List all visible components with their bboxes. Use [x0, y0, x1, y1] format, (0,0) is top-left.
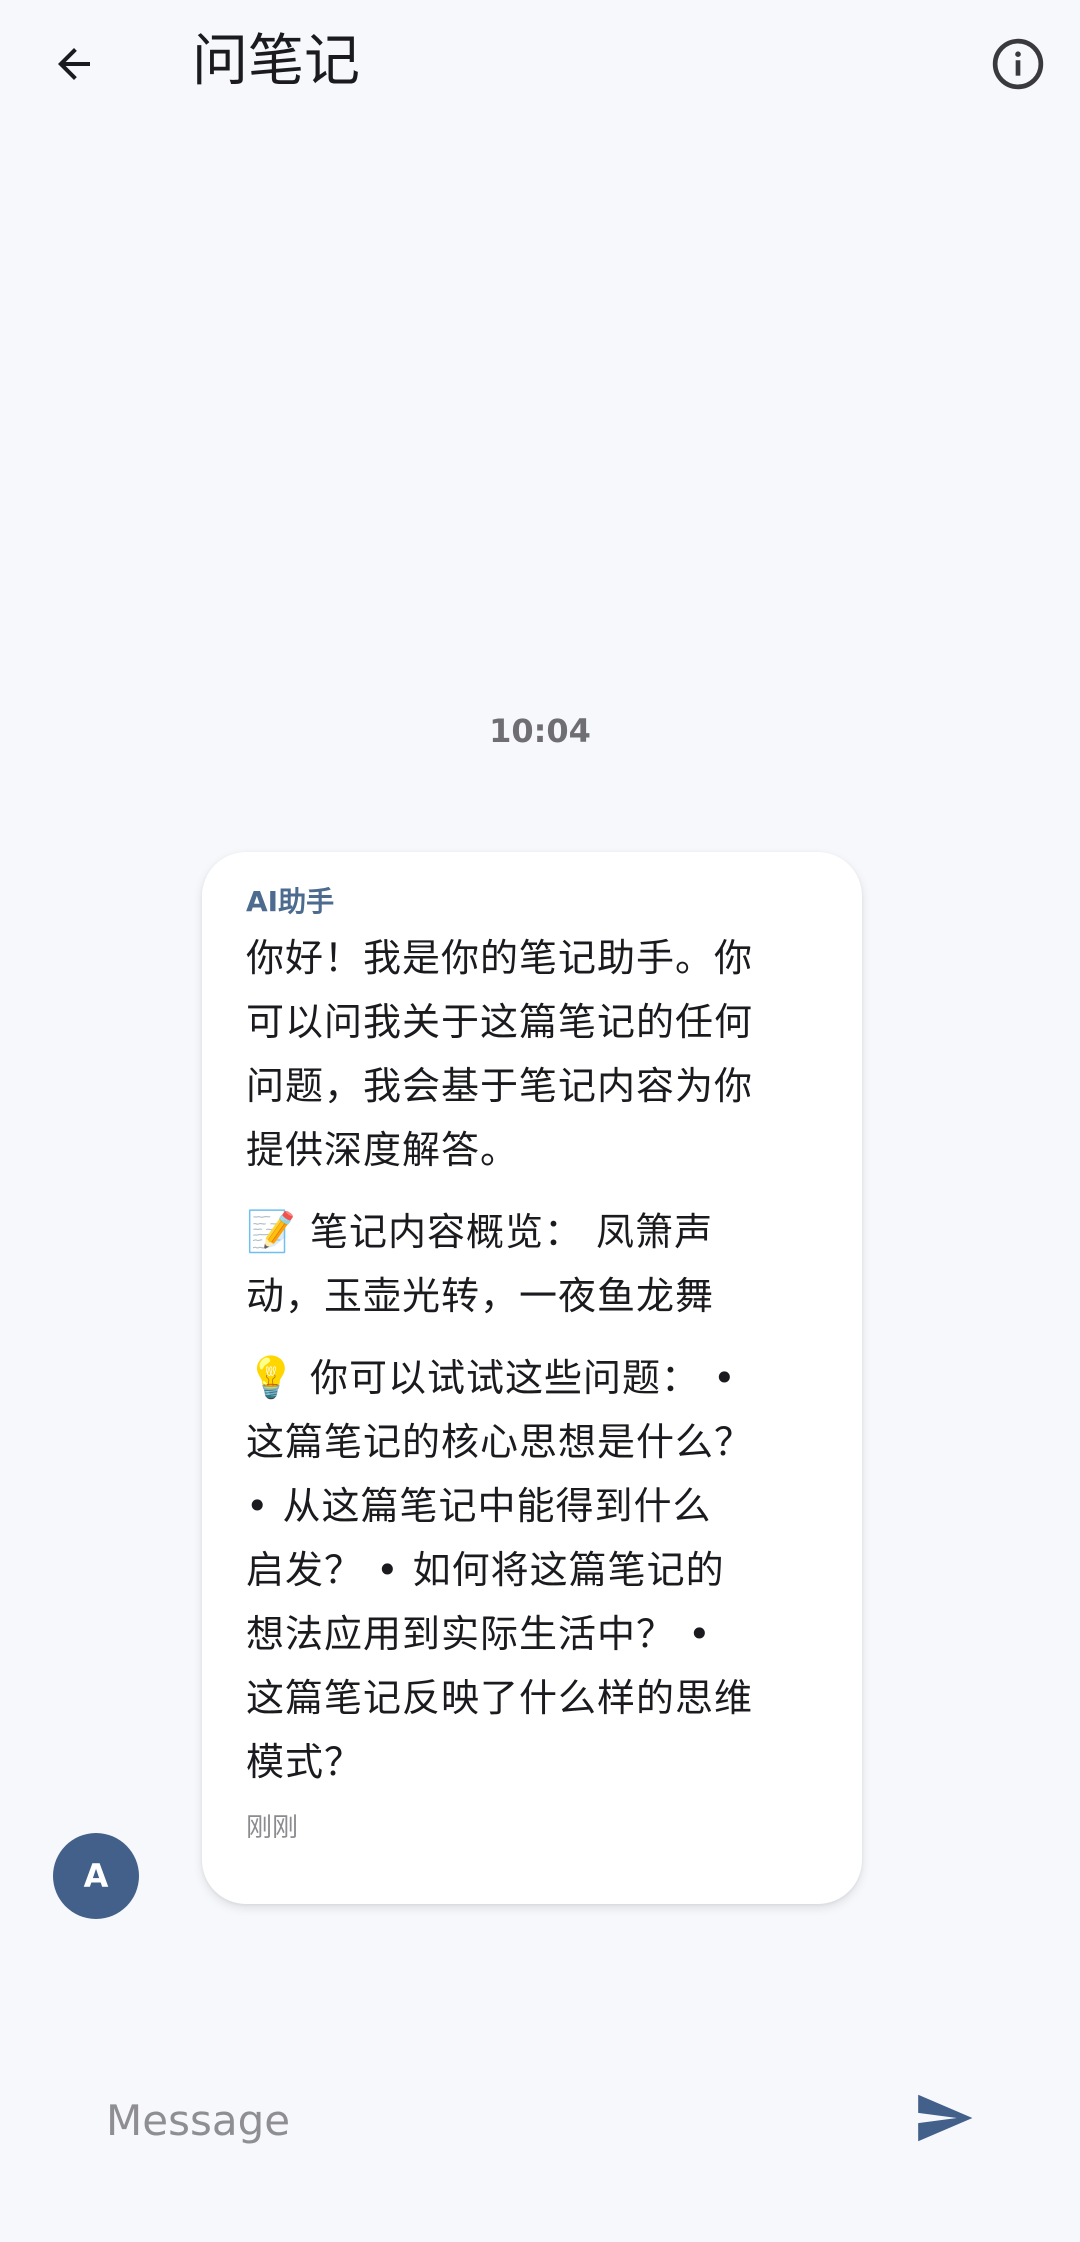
send-button[interactable]	[900, 2078, 988, 2162]
message-paragraph-greeting: 你好！我是你的笔记助手。你 可以问我关于这篇笔记的任何 问题，我会基于笔记内容为…	[246, 936, 754, 1172]
suggestions-text: 你可以试试这些问题： • 这篇笔记的核心思想是什么？ • 从这篇笔记中能得到什么…	[246, 1356, 754, 1784]
memo-emoji-icon: 📝	[246, 1209, 297, 1255]
message-time: 刚刚	[246, 1813, 299, 1843]
message-paragraph-suggestions: 💡 你可以试试这些问题： • 这篇笔记的核心思想是什么？ • 从这篇笔记中能得到什…	[246, 1346, 822, 1794]
info-button[interactable]	[978, 26, 1058, 106]
lightbulb-emoji-icon: 💡	[246, 1355, 297, 1401]
arrow-back-icon	[50, 40, 98, 92]
avatar: A	[53, 1833, 139, 1919]
back-button[interactable]	[36, 28, 112, 104]
overview-text: 笔记内容概览： 凤箫声 动，玉壶光转，一夜鱼龙舞	[246, 1210, 715, 1318]
send-icon	[913, 2087, 975, 2153]
message-input[interactable]	[106, 2080, 866, 2160]
top-app-bar: 问笔记	[0, 0, 1080, 128]
page-title: 问笔记	[192, 29, 360, 94]
message-paragraph-overview: 📝 笔记内容概览： 凤箫声 动，玉壶光转，一夜鱼龙舞	[246, 1200, 822, 1328]
sender-name: AI助手	[246, 885, 335, 918]
time-separator: 10:04	[489, 712, 591, 750]
message-composer	[0, 2060, 1080, 2180]
info-icon	[990, 36, 1046, 96]
message-bubble: AI助手 你好！我是你的笔记助手。你 可以问我关于这篇笔记的任何 问题，我会基于…	[202, 852, 862, 1904]
